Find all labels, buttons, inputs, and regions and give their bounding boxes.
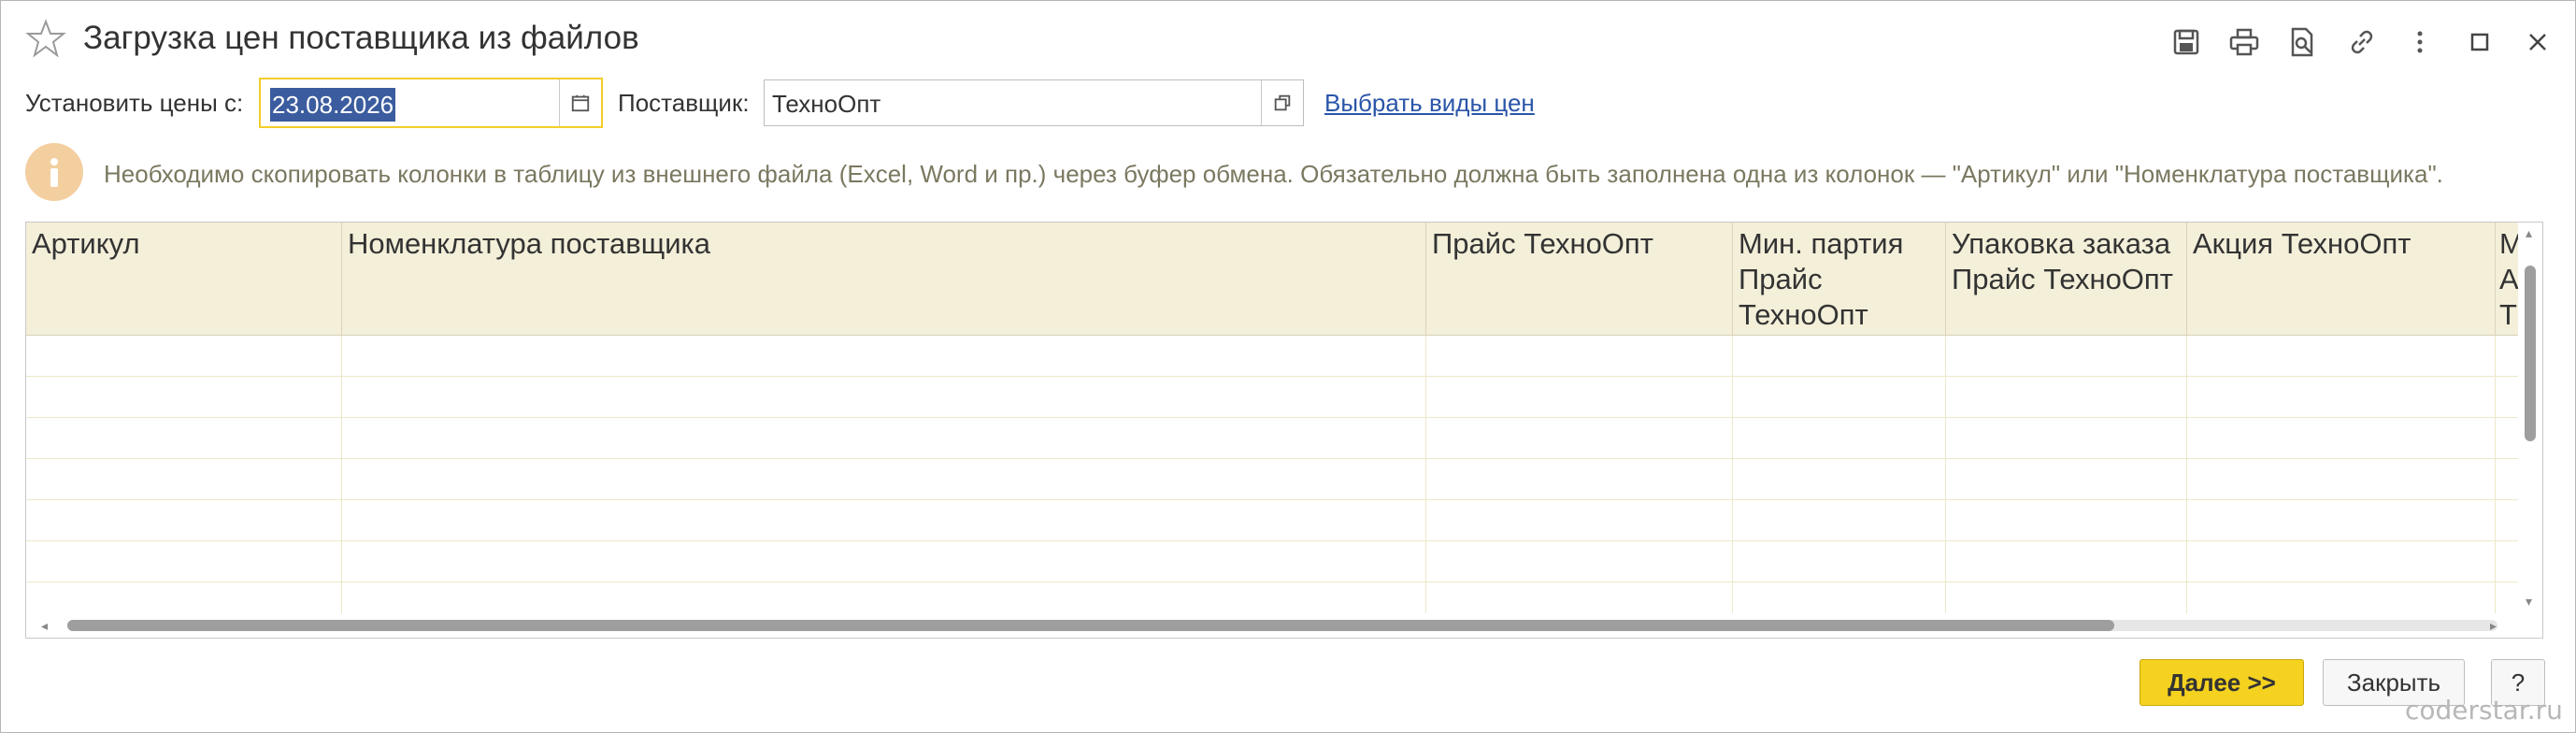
maximize-icon[interactable] <box>2459 22 2500 63</box>
supplier-label: Поставщик: <box>618 89 750 117</box>
column-divider <box>1945 336 1946 616</box>
scroll-up-icon[interactable]: ▴ <box>2526 226 2532 239</box>
column-header-packaging[interactable]: Упаковка заказа Прайс ТехноОпт <box>1946 223 2187 335</box>
horizontal-scrollbar[interactable]: ◂ ▸ <box>26 613 2520 638</box>
save-icon[interactable] <box>2166 22 2207 63</box>
info-icon <box>25 143 83 201</box>
horizontal-scroll-thumb[interactable] <box>67 620 2114 631</box>
close-icon[interactable] <box>2517 22 2558 63</box>
open-window-icon <box>1274 94 1291 111</box>
watermark: coderstar.ru <box>2405 695 2563 726</box>
print-icon[interactable] <box>2224 22 2265 63</box>
column-header-nomenclature[interactable]: Номенклатура поставщика <box>342 223 1426 335</box>
date-value[interactable]: 23.08.2026 <box>270 88 396 122</box>
supplier-value[interactable]: ТехноОпт <box>772 87 880 121</box>
table-row[interactable] <box>26 459 2518 500</box>
preview-icon[interactable] <box>2282 22 2323 63</box>
table-row[interactable] <box>26 418 2518 459</box>
next-button[interactable]: Далее >> <box>2140 659 2304 706</box>
table-row[interactable] <box>26 336 2518 377</box>
column-header-promo[interactable]: Акция ТехноОпт <box>2187 223 2496 335</box>
column-divider <box>1425 336 1426 616</box>
table-row[interactable] <box>26 541 2518 582</box>
column-header-article[interactable]: Артикул <box>26 223 342 335</box>
dialog-window: Загрузка цен поставщика из файлов Устано… <box>0 0 2576 733</box>
link-icon[interactable] <box>2341 22 2383 63</box>
table-row[interactable] <box>26 377 2518 418</box>
info-text: Необходимо скопировать колонки в таблицу… <box>104 160 2443 188</box>
column-divider <box>341 336 342 616</box>
column-header-price[interactable]: Прайс ТехноОпт <box>1426 223 1733 335</box>
vertical-scroll-thumb[interactable] <box>2525 266 2536 441</box>
date-label: Установить цены с: <box>25 89 244 117</box>
more-icon[interactable] <box>2399 22 2440 63</box>
calendar-icon <box>571 94 590 112</box>
scroll-right-icon[interactable]: ▸ <box>2490 619 2497 632</box>
open-supplier-button[interactable] <box>1261 80 1303 125</box>
favorite-star-icon[interactable] <box>23 16 68 61</box>
date-field[interactable]: 23.08.2026 <box>259 78 603 128</box>
table-body[interactable] <box>26 336 2518 624</box>
scroll-left-icon[interactable]: ◂ <box>41 619 48 632</box>
vertical-scrollbar[interactable]: ▴ ▾ <box>2518 223 2542 615</box>
supplier-field[interactable]: ТехноОпт <box>764 79 1304 126</box>
select-price-types-link[interactable]: Выбрать виды цен <box>1324 86 1535 120</box>
column-header-min-batch[interactable]: Мин. партия Прайс ТехноОпт <box>1733 223 1946 335</box>
table-row[interactable] <box>26 500 2518 541</box>
table-header: Артикул Номенклатура поставщика Прайс Те… <box>26 223 2531 336</box>
scroll-down-icon[interactable]: ▾ <box>2526 595 2532 608</box>
prices-table[interactable]: Артикул Номенклатура поставщика Прайс Те… <box>25 222 2543 639</box>
column-divider <box>2495 336 2496 616</box>
column-divider <box>2186 336 2187 616</box>
window-title: Загрузка цен поставщика из файлов <box>83 20 639 56</box>
column-divider <box>1732 336 1733 616</box>
calendar-button[interactable] <box>559 79 601 126</box>
